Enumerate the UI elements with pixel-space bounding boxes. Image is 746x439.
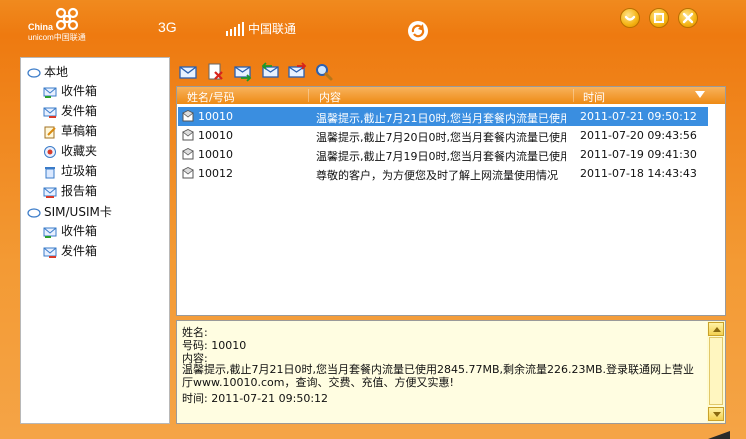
- column-header-content[interactable]: 内容: [319, 89, 341, 105]
- message-row[interactable]: 10010 温馨提示,截止7月19日0时,您当月套餐内流量已使用 2011-07…: [178, 145, 708, 164]
- message-preview: 温馨提示,截止7月20日0时,您当月套餐内流量已使用: [316, 131, 566, 144]
- sidebar-item-label: 发件箱: [61, 104, 98, 118]
- message-time: 2011-07-19 09:41:30: [580, 148, 697, 161]
- new-message-button[interactable]: [178, 62, 198, 82]
- sidebar-item-label: 收件箱: [61, 224, 98, 238]
- forward-icon: [234, 66, 252, 82]
- tree-group-local[interactable]: 本地: [27, 63, 68, 80]
- sidebar-item-label: 发件箱: [61, 244, 98, 258]
- inbox-icon: [43, 227, 57, 238]
- sidebar-item-label: 草稿箱: [61, 124, 98, 138]
- search-icon: [316, 64, 333, 81]
- message-sender: 10010: [198, 148, 233, 161]
- message-time: 2011-07-20 09:43:56: [580, 129, 697, 142]
- message-time: 2011-07-18 14:43:43: [580, 167, 697, 180]
- close-icon: [682, 12, 694, 24]
- tree-group-sim[interactable]: SIM/USIM卡: [27, 203, 112, 220]
- collapse-icon: [27, 67, 41, 78]
- read-message-icon: [182, 110, 194, 122]
- reply-all-icon: [288, 62, 307, 78]
- column-divider[interactable]: [573, 89, 574, 102]
- folder-tree: 本地 收件箱 发件箱 草稿箱 收藏夹 垃圾箱 报告箱 SIM/USIM卡 收件箱…: [20, 57, 170, 424]
- message-detail-pane: 姓名: 号码: 10010 内容: 温馨提示,截止7月21日0时,您当月套餐内流…: [176, 320, 726, 424]
- message-sender: 10012: [198, 167, 233, 180]
- search-button[interactable]: [314, 62, 334, 82]
- resize-grip-icon[interactable]: [704, 431, 730, 439]
- scroll-thumb[interactable]: [709, 337, 723, 405]
- maximize-button[interactable]: [649, 8, 669, 28]
- column-divider[interactable]: [308, 89, 309, 102]
- outbox-icon: [43, 247, 57, 258]
- brand-name-en: China: [28, 22, 54, 32]
- column-header-sender[interactable]: 姓名/号码: [187, 89, 235, 105]
- delete-message-button[interactable]: [206, 62, 226, 82]
- arrow-down-icon: [713, 412, 721, 417]
- reply-button[interactable]: [260, 62, 280, 82]
- sort-descending-icon: [695, 91, 705, 98]
- minimize-icon: [624, 15, 636, 21]
- delete-message-icon: [208, 63, 223, 80]
- column-header-time[interactable]: 时间: [583, 89, 605, 105]
- unicom-knot-icon: [55, 7, 79, 31]
- read-message-icon: [182, 129, 194, 141]
- read-message-icon: [182, 148, 194, 160]
- message-row[interactable]: 10010 温馨提示,截止7月21日0时,您当月套餐内流量已使用 2011-07…: [178, 107, 708, 126]
- list-header: 姓名/号码 内容 时间: [177, 87, 725, 104]
- inbox-icon: [43, 87, 57, 98]
- sidebar-item-local-inbox[interactable]: 收件箱: [43, 82, 97, 100]
- arrow-up-icon: [713, 327, 721, 332]
- new-message-icon: [179, 66, 197, 79]
- reply-all-button[interactable]: [287, 62, 307, 82]
- signal-strength-icon: [226, 22, 244, 36]
- message-list: 姓名/号码 内容 时间 10010 温馨提示,截止7月21日0时,您当月套餐内流…: [176, 86, 726, 316]
- title-bar: China unicom中国联通 3G 中国联通: [0, 0, 746, 52]
- forward-button[interactable]: [233, 62, 253, 82]
- read-message-icon: [182, 167, 194, 179]
- china-unicom-logo: China unicom中国联通: [26, 6, 96, 42]
- drafts-icon: [44, 126, 56, 138]
- scroll-up-button[interactable]: [708, 322, 724, 336]
- message-row[interactable]: 10012 尊敬的客户，为方便您及时了解上网流量使用情况 2011-07-18 …: [178, 164, 708, 183]
- sidebar-item-sim-inbox[interactable]: 收件箱: [43, 222, 97, 240]
- message-row[interactable]: 10010 温馨提示,截止7月20日0时,您当月套餐内流量已使用 2011-07…: [178, 126, 708, 145]
- sidebar-item-label: 报告箱: [61, 184, 98, 198]
- sidebar-item-label: 垃圾箱: [61, 164, 98, 178]
- message-sender: 10010: [198, 129, 233, 142]
- message-preview: 温馨提示,截止7月19日0时,您当月套餐内流量已使用: [316, 150, 566, 163]
- close-button[interactable]: [678, 8, 698, 28]
- sidebar-item-local-reports[interactable]: 报告箱: [43, 182, 97, 200]
- scroll-down-button[interactable]: [708, 407, 724, 421]
- sidebar-item-sim-outbox[interactable]: 发件箱: [43, 242, 97, 260]
- sidebar-item-local-favorites[interactable]: 收藏夹: [43, 142, 97, 160]
- sidebar-item-label: 收件箱: [61, 84, 98, 98]
- tree-group-label: 本地: [44, 65, 69, 79]
- sidebar-item-local-drafts[interactable]: 草稿箱: [43, 122, 97, 140]
- refresh-icon: [411, 24, 425, 38]
- message-preview: 尊敬的客户，为方便您及时了解上网流量使用情况: [316, 169, 558, 182]
- detail-body: 温馨提示,截止7月21日0时,您当月套餐内流量已使用2845.77MB,剩余流量…: [182, 363, 695, 389]
- sidebar-item-label: 收藏夹: [61, 144, 98, 158]
- message-time: 2011-07-21 09:50:12: [580, 110, 697, 123]
- message-preview: 温馨提示,截止7月21日0时,您当月套餐内流量已使用: [316, 112, 566, 125]
- report-icon: [43, 187, 57, 198]
- trash-icon: [45, 166, 55, 178]
- favorites-icon: [44, 145, 56, 158]
- sidebar-item-local-trash[interactable]: 垃圾箱: [43, 162, 97, 180]
- minimize-button[interactable]: [620, 8, 640, 28]
- detail-scrollbar[interactable]: [707, 321, 725, 423]
- tree-group-label: SIM/USIM卡: [44, 205, 112, 219]
- detail-time: 时间: 2011-07-21 09:50:12: [182, 392, 329, 405]
- brand-name-full: unicom中国联通: [28, 33, 86, 42]
- sidebar-item-local-outbox[interactable]: 发件箱: [43, 102, 97, 120]
- message-sender: 10010: [198, 110, 233, 123]
- reply-icon: [261, 62, 279, 78]
- sms-manager-window: China unicom中国联通 3G 中国联通 本地 收件箱 发件箱 草稿箱 …: [0, 0, 746, 439]
- outbox-icon: [43, 107, 57, 118]
- maximize-icon: [654, 13, 664, 23]
- refresh-button[interactable]: [408, 21, 428, 41]
- collapse-icon: [27, 207, 41, 218]
- network-type-label: 3G: [158, 19, 177, 35]
- carrier-name: 中国联通: [248, 22, 297, 36]
